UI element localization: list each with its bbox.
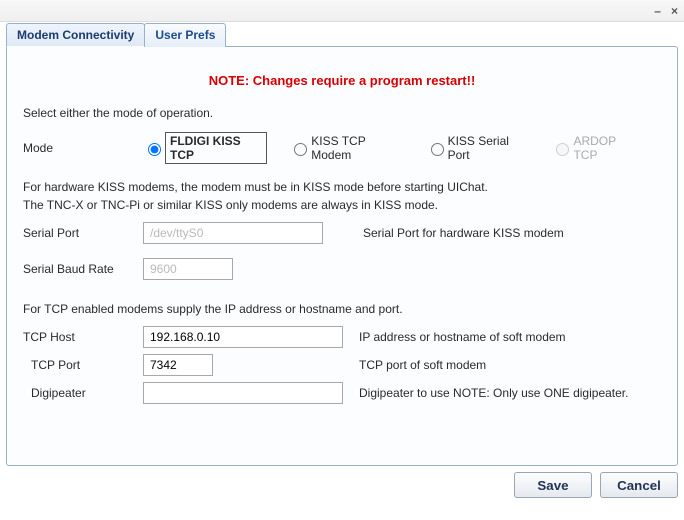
tab-user-prefs[interactable]: User Prefs — [144, 23, 226, 47]
digipeater-label: Digipeater — [23, 386, 143, 400]
serial-port-hint: Serial Port for hardware KISS modem — [363, 226, 564, 240]
serial-baud-label: Serial Baud Rate — [23, 262, 143, 276]
close-icon[interactable]: × — [671, 4, 678, 18]
mode-option-ardop: ARDOP TCP — [551, 134, 639, 162]
serial-port-label: Serial Port — [23, 226, 143, 240]
digipeater-hint: Digipeater to use NOTE: Only use ONE dig… — [359, 386, 628, 400]
mode-label: Mode — [23, 141, 143, 155]
hardware-kiss-line1: For hardware KISS modems, the modem must… — [23, 178, 661, 196]
tab-modem-connectivity[interactable]: Modem Connectivity — [6, 23, 145, 47]
serial-port-input — [143, 222, 323, 244]
mode-radio-ardop — [556, 143, 569, 156]
tcp-port-input[interactable] — [143, 354, 213, 376]
mode-row: Mode FLDIGI KISS TCP KISS TCP Modem KISS… — [23, 132, 661, 164]
dialog-button-bar: Save Cancel — [6, 472, 678, 498]
digipeater-row: Digipeater Digipeater to use NOTE: Only … — [23, 382, 661, 404]
mode-option-fldigi-label: FLDIGI KISS TCP — [165, 132, 267, 164]
mode-option-ardop-label: ARDOP TCP — [573, 134, 639, 162]
instruction-text: Select either the mode of operation. — [23, 106, 661, 120]
serial-baud-row: Serial Baud Rate — [23, 258, 661, 280]
mode-option-kissserial[interactable]: KISS Serial Port — [426, 134, 530, 162]
mode-radio-kissserial[interactable] — [431, 143, 444, 156]
serial-port-row: Serial Port Serial Port for hardware KIS… — [23, 222, 661, 244]
window-titlebar: – × — [0, 0, 684, 22]
mode-option-kisstcp[interactable]: KISS TCP Modem — [289, 134, 403, 162]
tcp-paragraph: For TCP enabled modems supply the IP add… — [23, 300, 661, 318]
tcp-port-hint: TCP port of soft modem — [359, 358, 486, 372]
digipeater-input[interactable] — [143, 382, 343, 404]
tcp-port-row: TCP Port TCP port of soft modem — [23, 354, 661, 376]
tcp-host-row: TCP Host IP address or hostname of soft … — [23, 326, 661, 348]
mode-option-kisstcp-label: KISS TCP Modem — [311, 134, 403, 162]
tab-panel: NOTE: Changes require a program restart!… — [6, 46, 678, 466]
restart-note: NOTE: Changes require a program restart!… — [23, 73, 661, 88]
mode-option-kissserial-label: KISS Serial Port — [448, 134, 530, 162]
tab-strip: Modem Connectivity User Prefs — [6, 23, 678, 47]
serial-baud-input — [143, 258, 233, 280]
hardware-kiss-paragraph: For hardware KISS modems, the modem must… — [23, 178, 661, 214]
mode-option-fldigi[interactable]: FLDIGI KISS TCP — [143, 132, 267, 164]
tcp-port-label: TCP Port — [23, 358, 143, 372]
save-button[interactable]: Save — [514, 472, 592, 498]
hardware-kiss-line2: The TNC-X or TNC-Pi or similar KISS only… — [23, 196, 661, 214]
tcp-host-hint: IP address or hostname of soft modem — [359, 330, 566, 344]
tcp-host-label: TCP Host — [23, 330, 143, 344]
minimize-icon[interactable]: – — [654, 4, 661, 18]
tcp-host-input[interactable] — [143, 326, 343, 348]
mode-radio-kisstcp[interactable] — [294, 143, 307, 156]
mode-radio-fldigi[interactable] — [148, 143, 161, 156]
cancel-button[interactable]: Cancel — [600, 472, 678, 498]
